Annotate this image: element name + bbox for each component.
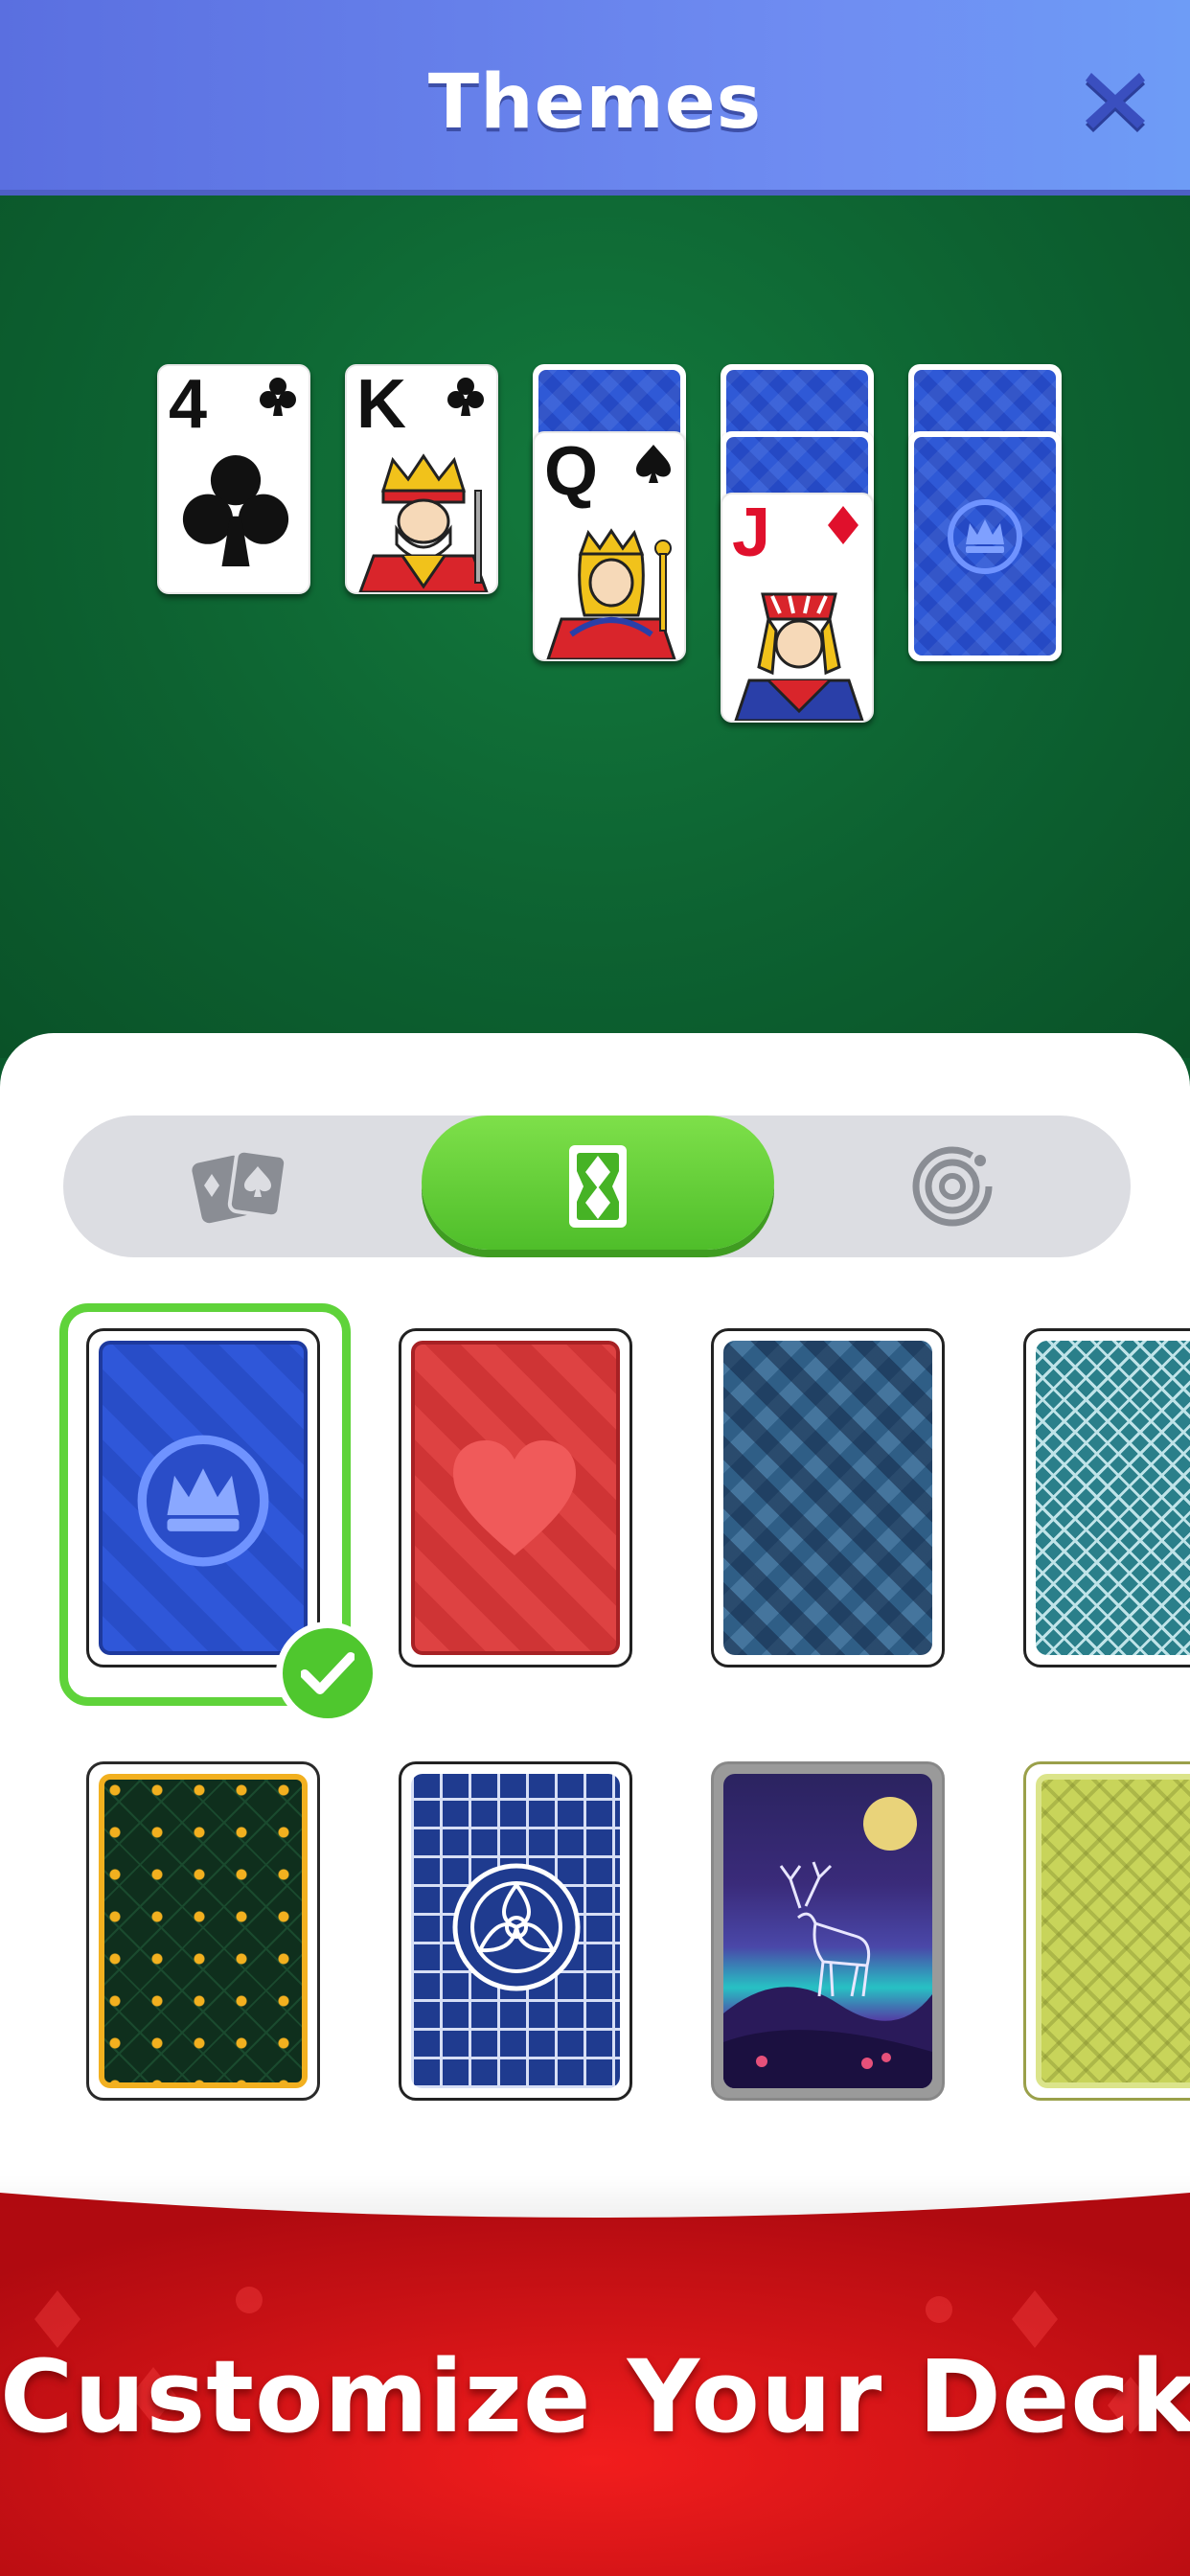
jack-portrait-icon [734,592,864,721]
promo-banner-text: Customize Your Deck [0,2338,1190,2455]
tab-backgrounds[interactable] [774,1116,1131,1257]
selected-check-icon [276,1622,379,1725]
target-rings-icon [912,1146,993,1227]
tab-cards[interactable] [63,1116,418,1257]
ornament-circle-icon [452,1863,581,1991]
card-4-clubs: 4 [157,364,310,594]
card-back-red-heart[interactable] [399,1328,632,1668]
club-icon [260,378,296,416]
card-jack-diamonds: J [721,493,874,723]
deer-moon-illustration [723,1797,932,2088]
card-queen-spades: Q [533,431,686,661]
card-back-night-deer[interactable] [711,1761,945,2101]
spade-icon [636,445,671,483]
card-back-blue-diamond[interactable] [711,1328,945,1668]
club-icon [182,455,289,566]
diamond-icon [828,506,858,544]
stock-card-crown-back [908,431,1062,661]
crown-icon [137,1435,269,1567]
queen-portrait-icon [546,528,676,659]
tab-card-backs[interactable] [422,1116,774,1257]
crown-icon [948,499,1022,574]
card-rank: J [732,494,771,571]
heart-icon [453,1440,576,1555]
card-back-blue-crown[interactable] [86,1328,320,1668]
card-rank: K [356,366,406,443]
close-icon [1086,73,1145,132]
card-rank: 4 [169,366,208,443]
playing-cards-icon [192,1148,288,1224]
close-button[interactable] [1078,67,1153,142]
card-back-green-gold-hearts[interactable] [86,1761,320,2101]
page-title: Themes [427,59,763,146]
card-king-clubs: K [345,364,498,594]
king-portrait-icon [358,453,489,592]
card-rank: Q [544,433,599,510]
card-back-icon [569,1145,627,1228]
header-bar: Themes [0,0,1190,190]
theme-preview-table: 4 K Q J [0,196,1190,1058]
card-back-navy-lattice[interactable] [399,1761,632,2101]
card-back-teal-lattice[interactable] [1023,1328,1190,1668]
card-back-olive-ornate[interactable] [1023,1761,1190,2101]
theme-category-tabs [63,1116,1131,1257]
club-icon [447,378,484,416]
